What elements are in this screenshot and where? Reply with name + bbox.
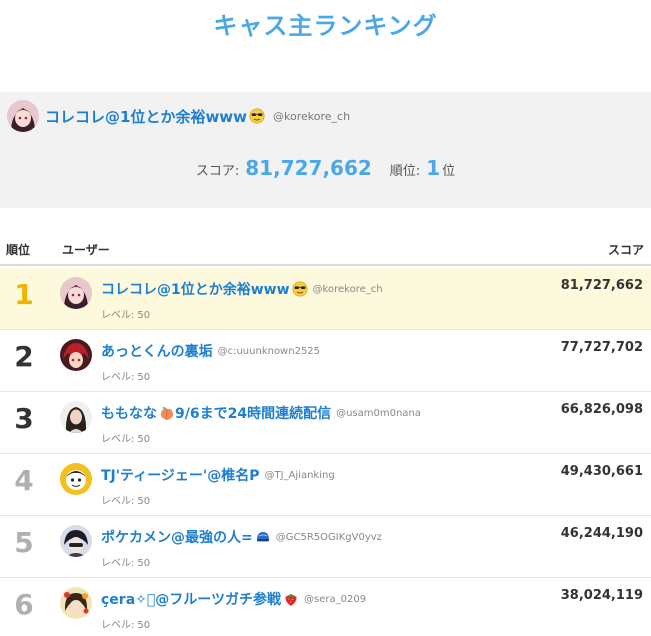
table-row[interactable]: 1 コレコレ@1位とか余裕www @korekore_ch レベル: 50 81,… — [0, 268, 651, 330]
user-level: レベル: 50 — [101, 310, 151, 321]
avatar[interactable] — [60, 525, 92, 557]
user-score: 77,727,702 — [560, 340, 643, 355]
rank-number: 3 — [14, 402, 34, 435]
user-name[interactable]: çera✧゚@フルーツガチ参戦 — [101, 589, 281, 609]
rank-number: 5 — [14, 526, 34, 559]
user-level: レベル: 50 — [101, 434, 151, 445]
rank-number: 1 — [14, 278, 34, 311]
user-level: レベル: 50 — [101, 558, 151, 569]
table-row[interactable]: 5 ポケカメン@最強の人= @GC5R5OGIKgV0yvz レベル: 50 46… — [0, 516, 651, 578]
rank-number: 4 — [14, 464, 34, 497]
user-handle: @c:uuunknown2525 — [217, 345, 321, 357]
strawberry-icon — [283, 591, 299, 607]
rank-number: 2 — [14, 340, 34, 373]
avatar[interactable] — [60, 277, 92, 309]
table-row[interactable]: 3 ももなな 9/6まで24時間連続配信 @usam0m0nana レベル: 50… — [0, 392, 651, 454]
user-handle: @sera_0209 — [304, 593, 367, 605]
header-user: ユーザー — [62, 243, 110, 257]
user-name[interactable]: あっとくんの裏垢 — [101, 341, 213, 361]
ranking-list: 1 コレコレ@1位とか余裕www @korekore_ch レベル: 50 81,… — [0, 268, 651, 636]
table-row[interactable]: 6 çera✧゚@フルーツガチ参戦 @sera_0209 レベル: 50 38,0… — [0, 578, 651, 636]
user-score: 46,244,190 — [560, 526, 643, 541]
page-title: キャス主ランキング — [213, 12, 438, 40]
sunglasses-face-icon — [292, 281, 308, 297]
my-score-value: 81,727,662 — [245, 156, 372, 180]
user-level: レベル: 50 — [101, 372, 151, 383]
user-handle: @GC5R5OGIKgV0yvz — [275, 531, 382, 543]
my-avatar[interactable] — [7, 100, 39, 132]
my-rank-value: 1 — [426, 156, 441, 180]
user-handle: @usam0m0nana — [336, 407, 421, 419]
user-score: 81,727,662 — [560, 278, 643, 293]
user-name[interactable]: コレコレ@1位とか余裕www — [101, 279, 290, 299]
user-level: レベル: 50 — [101, 496, 151, 507]
peach-icon — [159, 405, 175, 421]
user-handle: @TJ_Ajianking — [264, 469, 335, 481]
table-row[interactable]: 2 あっとくんの裏垢 @c:uuunknown2525 レベル: 50 77,72… — [0, 330, 651, 392]
rank-number: 6 — [14, 588, 34, 621]
avatar[interactable] — [60, 463, 92, 495]
user-name[interactable]: ポケカメン@最強の人= — [101, 527, 253, 547]
my-score-label: スコア: — [195, 164, 240, 179]
avatar[interactable] — [60, 587, 92, 619]
user-score: 66,826,098 — [560, 402, 643, 417]
header-rank: 順位 — [6, 243, 31, 257]
ranking-table-header: 順位 ユーザー スコア — [0, 232, 651, 266]
user-level: レベル: 50 — [101, 620, 151, 631]
my-user[interactable]: コレコレ@1位とか余裕www @korekore_ch — [7, 100, 350, 132]
user-score: 49,430,661 — [560, 464, 643, 479]
my-rank-unit: 位 — [442, 164, 456, 179]
user-name[interactable]: TJ'ティージェー'@椎名P — [101, 465, 259, 485]
helmet-icon — [255, 529, 271, 545]
my-user-name[interactable]: コレコレ@1位とか余裕www — [45, 106, 247, 127]
sunglasses-face-icon — [249, 108, 265, 124]
table-row[interactable]: 4 TJ'ティージェー'@椎名P @TJ_Ajianking レベル: 50 49… — [0, 454, 651, 516]
my-rank-panel: コレコレ@1位とか余裕www @korekore_ch スコア: 81,727,6… — [0, 92, 651, 208]
avatar[interactable] — [60, 401, 92, 433]
my-user-handle: @korekore_ch — [273, 109, 351, 123]
user-name[interactable]: ももなな — [101, 403, 157, 423]
my-stats: スコア: 81,727,662 順位: 1 位 — [0, 156, 651, 180]
header-score: スコア — [607, 243, 644, 257]
my-rank-label: 順位: — [389, 164, 421, 179]
user-score: 38,024,119 — [560, 588, 643, 603]
user-handle: @korekore_ch — [312, 283, 383, 295]
avatar[interactable] — [60, 339, 92, 371]
user-name-suffix[interactable]: 9/6まで24時間連続配信 — [175, 403, 331, 423]
